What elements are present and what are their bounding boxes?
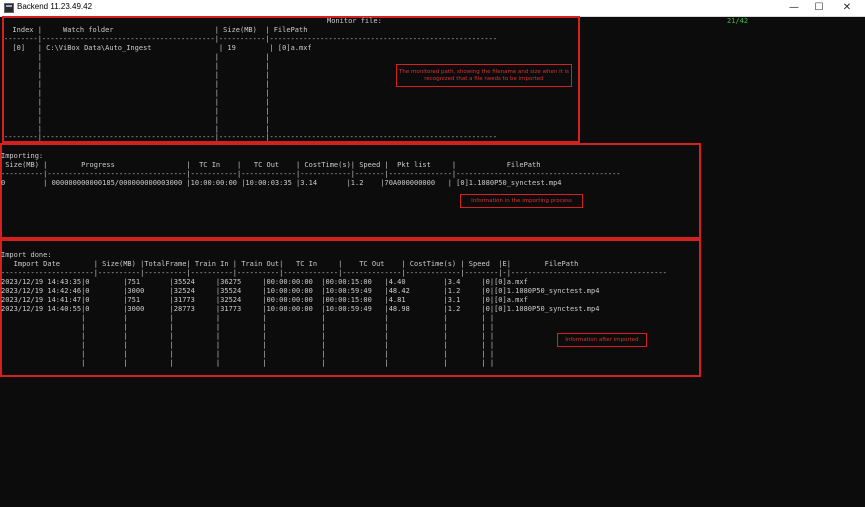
- close-button[interactable]: ✕: [834, 0, 860, 16]
- done-header: Import Date | Size(MB) |TotalFrame| Trai…: [1, 260, 579, 268]
- done-row-3: 2023/12/19 14:40:55|0 |3000 |28773 |3177…: [1, 305, 600, 313]
- done-row-2: 2023/12/19 14:41:47|0 |751 |31773 |32524…: [1, 296, 528, 304]
- importing-separator: ----------|-----------------------------…: [1, 170, 621, 178]
- monitor-row-5: | | |: [4, 89, 270, 97]
- importing-row: 0 | 000000000000185/000000000003000 |10:…: [1, 179, 562, 187]
- importing-callout: Information in the importing process: [460, 194, 583, 208]
- importing-section-frame: [0, 143, 701, 239]
- monitor-separator: --------|-------------------------------…: [4, 35, 498, 43]
- done-row-0: 2023/12/19 14:43:35|0 |751 |35524 |36275…: [1, 278, 528, 286]
- done-row-1: 2023/12/19 14:42:46|0 |3000 |32524 |3552…: [1, 287, 600, 295]
- done-row-9: | | | | | | | | | |: [1, 359, 495, 367]
- done-heading: Import done:: [1, 251, 52, 259]
- done-row-5: | | | | | | | | | |: [1, 323, 495, 331]
- done-row-4: | | | | | | | | | |: [1, 314, 495, 322]
- monitor-row-4: | | |: [4, 80, 270, 88]
- done-row-8: | | | | | | | | | |: [1, 350, 495, 358]
- monitor-callout: The monitored path, showing the filename…: [396, 64, 572, 87]
- done-separator: ----------------------|----------|------…: [1, 269, 667, 277]
- importing-heading: Importing:: [1, 152, 44, 160]
- monitor-row-6: | | |: [4, 98, 270, 106]
- monitor-header: Index | Watch folder | Size(MB) | FilePa…: [4, 26, 308, 34]
- monitor-row-2: | | |: [4, 62, 270, 70]
- window-title: Backend 11.23.49.42: [17, 2, 93, 11]
- monitor-footer: --------|-------------------------------…: [4, 133, 498, 141]
- monitor-row-0: [0] | C:\ViBox Data\Auto_Ingest | 19 | […: [4, 44, 312, 52]
- monitor-row-3: | | |: [4, 71, 270, 79]
- done-callout: Information after imported: [557, 333, 647, 347]
- minimize-button[interactable]: —: [781, 0, 807, 16]
- monitor-row-1: | | |: [4, 53, 270, 61]
- monitor-row-8: | | |: [4, 116, 270, 124]
- importing-header: Size(MB) | Progress | TC In | TC Out | C…: [1, 161, 541, 169]
- file-counter: 21/42: [727, 17, 749, 25]
- app-icon: [4, 3, 14, 13]
- done-row-7: | | | | | | | | | |: [1, 341, 495, 349]
- window-titlebar: Backend 11.23.49.42 — ☐ ✕: [0, 0, 865, 17]
- done-row-6: | | | | | | | | | |: [1, 332, 495, 340]
- maximize-button[interactable]: ☐: [806, 0, 832, 16]
- monitor-heading: Monitor file:: [327, 17, 382, 25]
- monitor-row-7: | | |: [4, 107, 270, 115]
